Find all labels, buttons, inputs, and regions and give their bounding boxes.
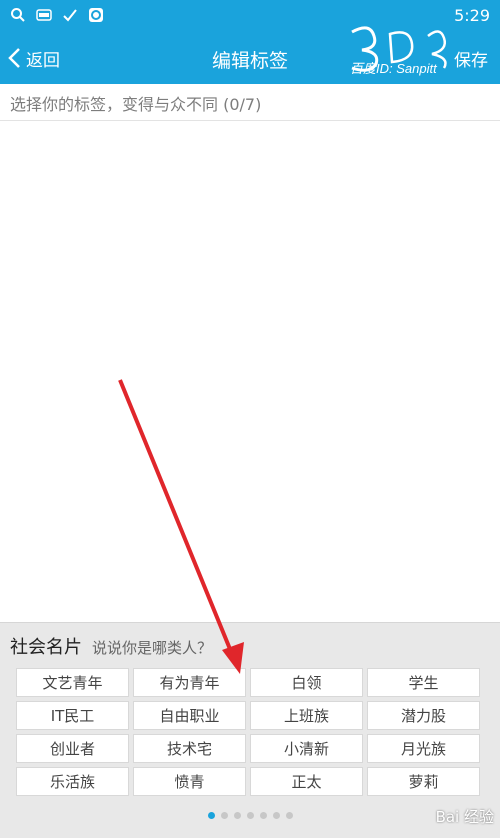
check-icon [63,9,77,22]
tag-option[interactable]: 正太 [250,767,363,796]
tag-option[interactable]: 有为青年 [133,668,246,697]
page-dot[interactable] [259,812,267,819]
page-dot[interactable] [220,812,228,819]
app-notification-icon [89,8,103,22]
tag-category-panel: 社会名片 说说你是哪类人？ 文艺青年 有为青年 白领 学生 IT民工 自由职业 … [0,622,500,838]
page-indicator[interactable] [0,812,500,819]
status-icons [10,7,104,23]
tag-option[interactable]: 愤青 [133,767,246,796]
page-dot[interactable] [233,812,241,819]
battery-saver-icon [36,9,52,21]
tag-hint-text: 选择你的标签，变得与众不同 (0/7) [10,95,262,114]
page-dot[interactable] [246,812,254,819]
status-time: 5:29 [454,6,490,25]
tag-hint-row: 选择你的标签，变得与众不同 (0/7) [0,84,500,121]
tag-option[interactable]: 创业者 [16,734,129,763]
selected-tags-area [0,121,500,621]
panel-header: 社会名片 说说你是哪类人？ [10,633,212,659]
tag-option[interactable]: 技术宅 [133,734,246,763]
tag-option[interactable]: 月光族 [367,734,480,763]
tag-option[interactable]: 上班族 [250,701,363,730]
watermark-logo: 百度ID: Sanpitt [340,24,470,76]
watermark-text: 百度ID: Sanpitt [350,61,437,76]
search-icon [11,8,25,22]
tag-option[interactable]: 文艺青年 [16,668,129,697]
tag-option[interactable]: 小清新 [250,734,363,763]
tag-option[interactable]: 自由职业 [133,701,246,730]
page-dot[interactable] [285,812,293,819]
tag-option[interactable]: 潜力股 [367,701,480,730]
page-dot[interactable] [207,812,215,819]
page-dot[interactable] [272,812,280,819]
tag-option[interactable]: 萝莉 [367,767,480,796]
tag-option[interactable]: 乐活族 [16,767,129,796]
tag-grid: 文艺青年 有为青年 白领 学生 IT民工 自由职业 上班族 潜力股 创业者 技术… [16,668,482,796]
panel-title: 社会名片 [10,637,82,658]
tag-option[interactable]: IT民工 [16,701,129,730]
baidu-watermark: Bai 经验 [435,808,494,826]
tag-option[interactable]: 白领 [250,668,363,697]
panel-subtitle: 说说你是哪类人？ [92,639,213,657]
tag-option[interactable]: 学生 [367,668,480,697]
